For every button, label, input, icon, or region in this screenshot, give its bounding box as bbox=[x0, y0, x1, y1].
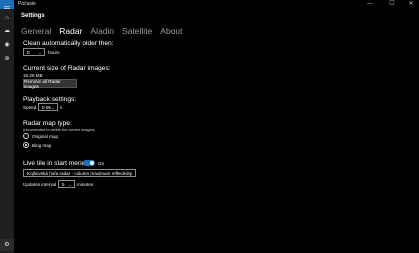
hamburger-menu-button[interactable] bbox=[0, 0, 14, 11]
chevron-down-icon: ⌄ bbox=[68, 182, 72, 187]
speed-value: 0.05 bbox=[42, 104, 51, 110]
live-tile-heading: Live tile in start menu bbox=[23, 160, 86, 167]
app-title: Počasie bbox=[18, 1, 36, 7]
update-interval-label: Updates interval bbox=[23, 182, 57, 187]
chevron-down-icon: ⌄ bbox=[129, 171, 133, 176]
page-title: Settings bbox=[21, 13, 45, 19]
nav-rail: ⌂ ☁ ◉ ⊕ ⚙ bbox=[0, 9, 14, 253]
size-value: 15.26 MB bbox=[23, 73, 43, 78]
radio-original-map[interactable] bbox=[23, 133, 29, 139]
update-interval-value: 5 bbox=[62, 181, 65, 187]
clean-hours-value: 0 bbox=[27, 49, 30, 55]
gear-icon: ⚙ bbox=[4, 242, 10, 248]
update-interval-unit: minutes bbox=[77, 182, 94, 187]
clean-unit-label: hours bbox=[48, 50, 60, 55]
live-tile-source-select[interactable]: Kojšovská hoľa radar - column maximum re… bbox=[23, 169, 136, 177]
chevron-down-icon: ⌄ bbox=[51, 105, 55, 110]
maximize-button[interactable]: ☐ bbox=[385, 0, 399, 9]
speed-unit-label: s bbox=[60, 105, 63, 110]
speed-select[interactable]: 0.05 ⌄ bbox=[38, 103, 58, 111]
settings-tabs: General Radar Aladin Satellite About bbox=[21, 26, 183, 36]
weather-icon: ☁ bbox=[4, 28, 10, 34]
tab-aladin[interactable]: Aladin bbox=[90, 26, 114, 36]
size-heading: Current size of Radar images: bbox=[23, 65, 111, 72]
home-icon: ⌂ bbox=[5, 15, 9, 21]
nav-item-home[interactable]: ⌂ bbox=[0, 12, 14, 24]
live-tile-toggle[interactable] bbox=[83, 160, 95, 166]
settings-page: Settings General Radar Aladin Satellite … bbox=[14, 9, 419, 253]
tab-radar[interactable]: Radar bbox=[59, 26, 82, 36]
live-tile-toggle-state: On bbox=[98, 161, 105, 166]
tab-general[interactable]: General bbox=[21, 26, 51, 36]
clean-heading: Clean automatically older then: bbox=[23, 40, 114, 47]
map-type-note: (recomended to delete the current images… bbox=[23, 128, 95, 132]
remove-radar-images-button[interactable]: Remove all Radar images bbox=[23, 79, 77, 89]
minimize-button[interactable]: — bbox=[363, 0, 377, 9]
radio-bing-map[interactable] bbox=[23, 142, 29, 148]
globe-icon: ⊕ bbox=[4, 56, 10, 62]
toggle-knob bbox=[90, 161, 94, 165]
update-interval-select[interactable]: 5 ⌄ bbox=[58, 180, 75, 188]
radar-icon: ◉ bbox=[4, 42, 10, 48]
tab-satellite[interactable]: Satellite bbox=[122, 26, 152, 36]
nav-item-settings[interactable]: ⚙ bbox=[0, 239, 14, 251]
tab-about[interactable]: About bbox=[160, 26, 182, 36]
speed-label: Speed bbox=[23, 105, 37, 110]
map-type-heading: Radar map type: bbox=[23, 120, 72, 127]
nav-item-radar[interactable]: ◉ bbox=[0, 39, 14, 51]
playback-heading: Playback settings: bbox=[23, 96, 77, 103]
nav-item-globe[interactable]: ⊕ bbox=[0, 53, 14, 65]
live-tile-source-value: Kojšovská hoľa radar - column maximum re… bbox=[27, 170, 132, 176]
radio-bing-map-label: Bing map bbox=[32, 143, 52, 148]
nav-item-weather[interactable]: ☁ bbox=[0, 25, 14, 37]
clean-hours-select[interactable]: 0 ⌄ bbox=[23, 48, 45, 56]
title-bar: Počasie — ☐ ✕ bbox=[0, 0, 419, 9]
radio-original-map-label: Original map bbox=[32, 134, 59, 139]
close-button[interactable]: ✕ bbox=[404, 0, 418, 9]
chevron-down-icon: ⌄ bbox=[38, 50, 42, 55]
